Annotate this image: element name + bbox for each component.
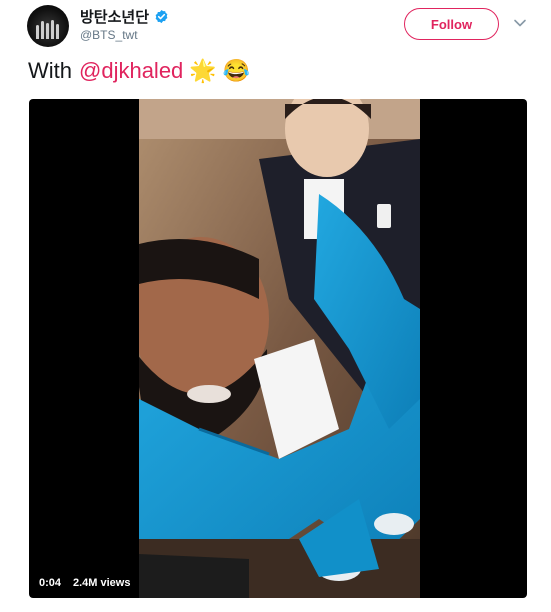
- avatar-figure: [41, 21, 44, 39]
- verified-badge-icon: [155, 9, 168, 24]
- avatar-figure: [51, 20, 54, 39]
- display-name[interactable]: 방탄소년단: [80, 6, 149, 27]
- avatar-figure: [46, 23, 49, 39]
- star-emoji: 🌟: [189, 58, 217, 83]
- handle[interactable]: @BTS_twt: [80, 28, 138, 42]
- tears-of-joy-emoji: 😂: [222, 58, 251, 83]
- video-frame-image: [139, 99, 420, 598]
- tweet-header: 방탄소년단 @BTS_twt Follow: [0, 0, 551, 56]
- tweet-text-prefix: With: [28, 58, 72, 83]
- video-timestamp: 0:04: [35, 574, 66, 592]
- video-frame: [139, 99, 420, 598]
- avatar-figure: [56, 24, 59, 39]
- mention-link[interactable]: @djkhaled: [79, 58, 183, 84]
- name-row: 방탄소년단: [80, 6, 169, 27]
- avatar[interactable]: [27, 5, 69, 47]
- video-player[interactable]: 0:04 2.4M views: [29, 99, 527, 598]
- chevron-down-icon[interactable]: [513, 16, 527, 30]
- avatar-figure: [36, 25, 39, 39]
- tweet-text: With @djkhaled 🌟 😂: [28, 58, 250, 84]
- follow-button[interactable]: Follow: [404, 8, 499, 40]
- video-view-count: 2.4M views: [69, 574, 135, 592]
